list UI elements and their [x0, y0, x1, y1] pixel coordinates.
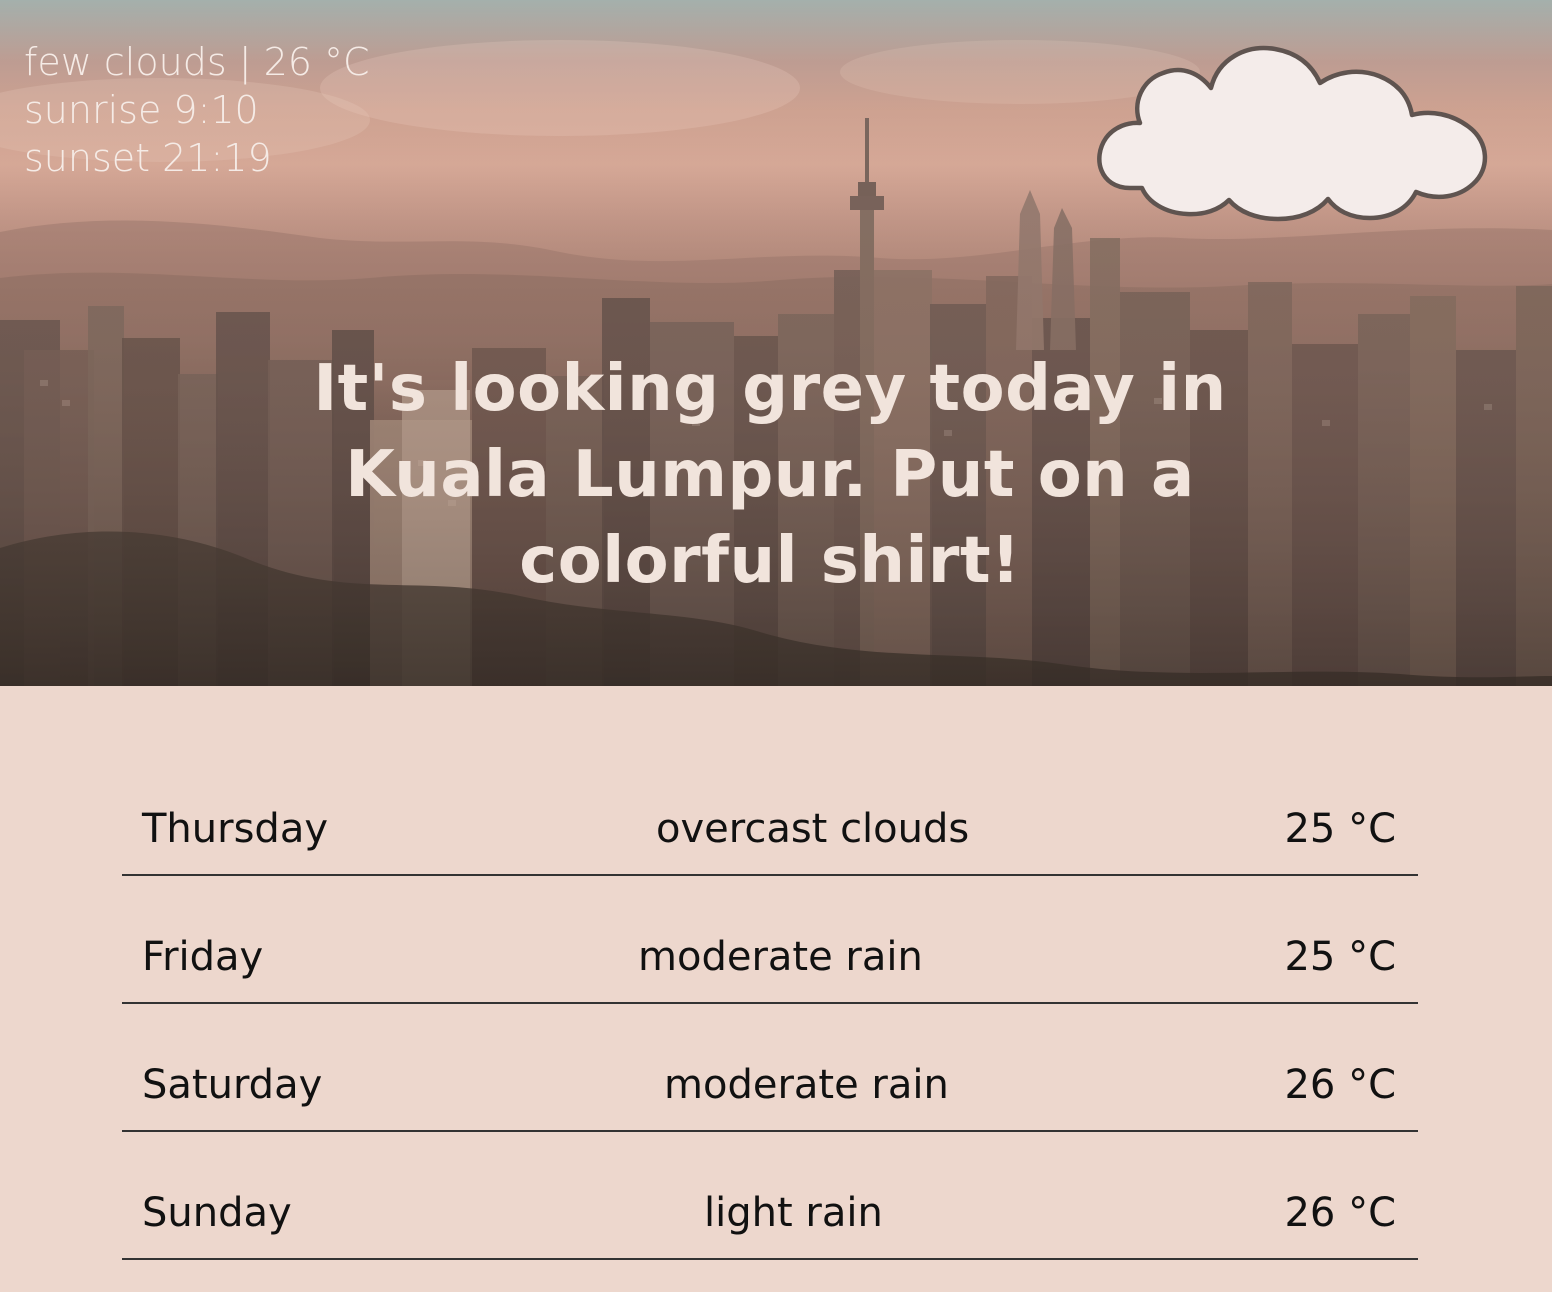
forecast-row-sunday: Sunday light rain 26 °C: [122, 1162, 1418, 1260]
forecast-day: Saturday: [142, 1062, 323, 1108]
hero-headline: It's looking grey today in Kuala Lumpur.…: [313, 352, 1227, 598]
forecast-day: Friday: [142, 934, 264, 980]
forecast-row-saturday: Saturday moderate rain 26 °C: [122, 1034, 1418, 1132]
cloud-icon: [1097, 45, 1488, 222]
forecast-description: moderate rain: [638, 934, 923, 980]
forecast-temperature: 25 °C: [1284, 806, 1396, 852]
hero-banner: few clouds | 26 °C sunrise 9:10 sunset 2…: [0, 0, 1552, 686]
forecast-list: Thursday overcast clouds 25 °C Friday mo…: [122, 778, 1418, 1290]
forecast-description: overcast clouds: [656, 806, 970, 852]
forecast-description: light rain: [704, 1190, 883, 1236]
sunrise-time: sunrise 9:10: [24, 88, 259, 132]
forecast-row-thursday: Thursday overcast clouds 25 °C: [122, 778, 1418, 876]
forecast-temperature: 26 °C: [1284, 1190, 1396, 1236]
current-weather-summary: few clouds | 26 °C sunrise 9:10 sunset 2…: [24, 38, 370, 182]
forecast-temperature: 25 °C: [1284, 934, 1396, 980]
sunset-time: sunset 21:19: [24, 136, 272, 180]
forecast-row-friday: Friday moderate rain 25 °C: [122, 906, 1418, 1004]
forecast-temperature: 26 °C: [1284, 1062, 1396, 1108]
current-condition-temperature: few clouds | 26 °C: [24, 40, 370, 84]
forecast-description: moderate rain: [664, 1062, 949, 1108]
forecast-day: Thursday: [142, 806, 328, 852]
forecast-day: Sunday: [142, 1190, 292, 1236]
